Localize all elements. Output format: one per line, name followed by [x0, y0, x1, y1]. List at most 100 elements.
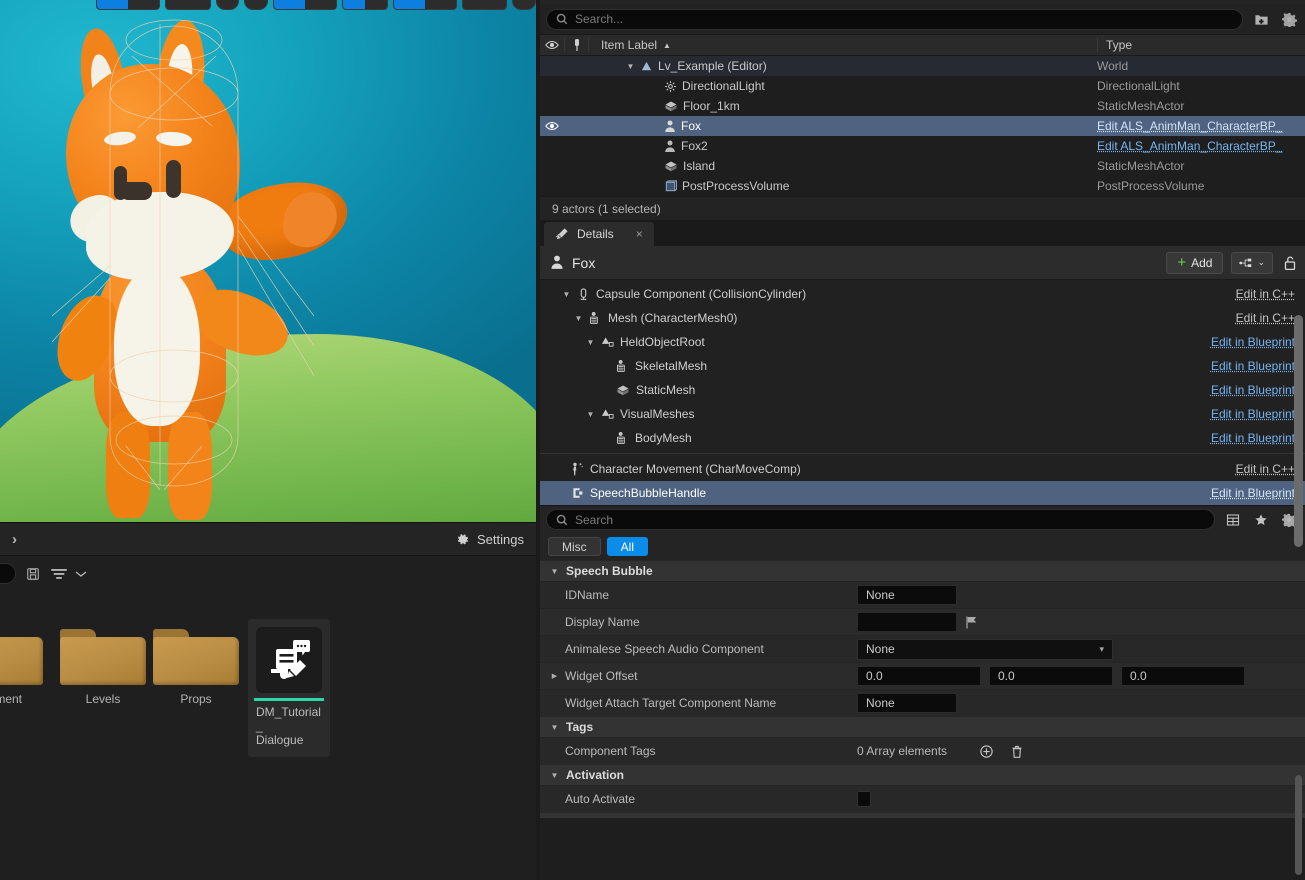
save-icon[interactable]	[26, 567, 40, 581]
list-item[interactable]: Levels	[57, 629, 149, 706]
search-input[interactable]: Search	[546, 509, 1215, 530]
expand-panel-button[interactable]: ›	[12, 531, 17, 548]
trash-icon[interactable]	[1010, 744, 1024, 759]
display-name-input[interactable]	[857, 612, 957, 632]
list-item[interactable]: ronment	[0, 629, 46, 706]
toolbar-button-4[interactable]	[244, 0, 269, 10]
widget-attach-target-input[interactable]: None	[857, 693, 957, 713]
edit-in-blueprint-link[interactable]: Edit in Blueprint	[1211, 486, 1295, 500]
list-item[interactable]: DM_Tutorial_ Dialogue	[248, 619, 330, 757]
row-blueprint-link[interactable]: Edit ALS_AnimMan_CharacterBP_	[1097, 139, 1305, 153]
table-row[interactable]: Island StaticMeshActor	[540, 156, 1305, 176]
column-header-type[interactable]: Type	[1097, 38, 1305, 52]
section-header-activation[interactable]: ▼ Activation	[540, 764, 1305, 785]
idname-input[interactable]: None	[857, 585, 957, 605]
edit-in-blueprint-link[interactable]: Edit in Blueprint	[1211, 383, 1295, 397]
toolbar-button-7[interactable]	[392, 0, 457, 10]
expander-icon[interactable]: ▼	[550, 771, 559, 780]
close-icon[interactable]: ×	[636, 227, 643, 241]
expander-icon[interactable]: ▼	[562, 290, 571, 299]
list-item[interactable]: Props	[150, 629, 242, 706]
folder-icon	[60, 629, 146, 685]
table-row[interactable]: Fox Edit ALS_AnimMan_CharacterBP_	[540, 116, 1305, 136]
new-folder-icon[interactable]	[1251, 9, 1271, 29]
settings-label: Settings	[477, 531, 524, 547]
add-element-icon[interactable]	[979, 744, 994, 759]
table-row[interactable]: Fox2 Edit ALS_AnimMan_CharacterBP_	[540, 136, 1305, 156]
toolbar-button-2[interactable]	[164, 0, 211, 10]
edit-in-blueprint-link[interactable]: Edit in Blueprint	[1211, 335, 1295, 349]
table-row[interactable]: PostProcessVolume PostProcessVolume	[540, 176, 1305, 196]
expander-icon[interactable]: ▼	[586, 338, 595, 347]
table-view-icon[interactable]	[1223, 510, 1243, 530]
table-row[interactable]: ▼ Lv_Example (Editor) World	[540, 56, 1305, 76]
toolbar-button-8[interactable]	[461, 0, 508, 10]
filter-icon[interactable]	[50, 567, 68, 581]
settings-button[interactable]: Settings	[455, 532, 524, 547]
widget-offset-z[interactable]: 0.0	[1121, 666, 1245, 686]
search-input[interactable]: Search...	[546, 8, 1243, 30]
toolbar-button-6[interactable]	[342, 0, 388, 10]
filter-misc-button[interactable]: Misc	[548, 537, 601, 556]
widget-offset-y[interactable]: 0.0	[989, 666, 1113, 686]
list-item[interactable]: SkeletalMesh Edit in Blueprint	[540, 354, 1305, 378]
dialogue-edit-icon	[256, 627, 322, 693]
component-tree[interactable]: ▼ Capsule Component (CollisionCylinder) …	[540, 280, 1305, 505]
expander-icon[interactable]: ▼	[550, 723, 559, 732]
edit-in-blueprint-link[interactable]: Edit in Blueprint	[1211, 359, 1295, 373]
content-search-input[interactable]	[0, 563, 16, 584]
fox-character-model[interactable]	[46, 16, 354, 520]
list-item[interactable]: BodyMesh Edit in Blueprint	[540, 426, 1305, 450]
column-header-item-label[interactable]: Item Label ▲	[588, 38, 1097, 52]
edit-in-cpp-link[interactable]: Edit in C++	[1236, 287, 1295, 301]
component-graph-button[interactable]: ⌄	[1231, 251, 1273, 274]
filter-all-button[interactable]: All	[606, 537, 649, 556]
list-item[interactable]: ▼ Mesh (CharacterMesh0) Edit in C++	[540, 306, 1305, 330]
unlock-icon[interactable]	[1283, 255, 1297, 271]
add-component-button[interactable]: + Add	[1166, 251, 1224, 274]
pin-icon[interactable]	[564, 38, 588, 52]
toolbar-button-3[interactable]	[215, 0, 240, 10]
localization-flag-icon[interactable]	[965, 615, 979, 630]
section-header-speech-bubble[interactable]: ▼ Speech Bubble	[540, 560, 1305, 581]
edit-in-cpp-link[interactable]: Edit in C++	[1236, 311, 1295, 325]
component-label: BodyMesh	[635, 431, 692, 445]
widget-offset-x[interactable]: 0.0	[857, 666, 981, 686]
expander-icon[interactable]: ▼	[550, 567, 559, 576]
outliner-tree[interactable]: ▼ Lv_Example (Editor) World DirectionalL…	[540, 56, 1305, 196]
tab-details[interactable]: Details ×	[544, 222, 654, 246]
list-item[interactable]: ▼ Capsule Component (CollisionCylinder) …	[540, 282, 1305, 306]
edit-in-blueprint-link[interactable]: Edit in Blueprint	[1211, 431, 1295, 445]
row-visibility-toggle[interactable]	[540, 120, 564, 132]
content-browser-grid[interactable]: ronment Levels Props	[0, 591, 536, 880]
list-item[interactable]: ▼ VisualMeshes Edit in Blueprint	[540, 402, 1305, 426]
row-blueprint-link[interactable]: Edit ALS_AnimMan_CharacterBP_	[1097, 119, 1305, 133]
gear-icon[interactable]	[1279, 9, 1299, 29]
expander-icon[interactable]: ▼	[626, 62, 635, 71]
section-header-tags[interactable]: ▼ Tags	[540, 716, 1305, 737]
toolbar-button-1[interactable]	[96, 0, 160, 10]
expander-icon[interactable]: ▶	[550, 672, 559, 680]
eye-icon[interactable]	[540, 39, 564, 51]
chevron-down-icon[interactable]	[74, 569, 88, 579]
list-item[interactable]: Character Movement (CharMoveComp) Edit i…	[540, 457, 1305, 481]
table-row[interactable]: DirectionalLight DirectionalLight	[540, 76, 1305, 96]
auto-activate-checkbox[interactable]	[857, 791, 871, 807]
component-tree-scrollbar[interactable]	[1294, 315, 1303, 547]
properties-scrollbar[interactable]	[1295, 775, 1302, 875]
toolbar-button-9[interactable]	[512, 0, 536, 10]
list-item[interactable]: StaticMesh Edit in Blueprint	[540, 378, 1305, 402]
table-row[interactable]: Floor_1km StaticMeshActor	[540, 96, 1305, 116]
animalese-audio-select[interactable]: None ▾	[857, 638, 1113, 660]
edit-in-cpp-link[interactable]: Edit in C++	[1236, 462, 1295, 476]
list-item[interactable]: ▼ HeldObjectRoot Edit in Blueprint	[540, 330, 1305, 354]
expander-icon[interactable]: ▼	[574, 314, 583, 323]
edit-in-blueprint-link[interactable]: Edit in Blueprint	[1211, 407, 1295, 421]
expander-icon[interactable]: ▼	[586, 410, 595, 419]
level-viewport[interactable]	[0, 0, 536, 522]
viewport-toolbar[interactable]	[0, 0, 536, 11]
toolbar-button-5[interactable]	[273, 0, 337, 10]
star-icon[interactable]	[1251, 510, 1271, 530]
list-item[interactable]: SpeechBubbleHandle Edit in Blueprint	[540, 481, 1305, 505]
array-element-count: 0 Array elements	[857, 744, 948, 758]
